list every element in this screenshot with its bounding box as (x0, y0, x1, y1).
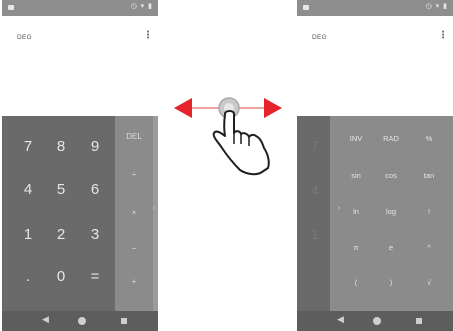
key-rad[interactable]: RAD (374, 134, 408, 143)
notification-icon (303, 5, 309, 10)
key-decimal[interactable]: . (13, 268, 43, 285)
key-tan[interactable]: tan (412, 171, 446, 180)
home-icon[interactable] (78, 317, 86, 325)
key-4[interactable]: 4 (13, 181, 43, 198)
status-bar: ◷ ▾ ▮ (2, 0, 158, 16)
calculator-display: DEG ⋮ (297, 16, 453, 116)
number-pad: 7 8 9 4 5 6 1 2 3 . 0 = (2, 116, 115, 311)
key-9[interactable]: 9 (80, 138, 110, 155)
key-7-ghost: 7 (311, 138, 319, 154)
key-multiply[interactable]: × (119, 208, 149, 217)
status-bar: ◷ ▾ ▮ (297, 0, 453, 16)
phone-right-calculator: ◷ ▾ ▮ DEG ⋮ 7 4 1 INV RAD % sin cos tan … (297, 0, 453, 331)
back-icon[interactable]: ◀ (42, 314, 49, 325)
key-equals[interactable]: = (80, 268, 110, 285)
key-6[interactable]: 6 (80, 181, 110, 198)
key-subtract[interactable]: − (119, 244, 149, 253)
key-inv[interactable]: INV (339, 134, 373, 143)
phone-left-calculator: ◷ ▾ ▮ DEG ⋮ 7 8 9 4 5 6 1 2 3 . 0 = DEL … (2, 0, 158, 331)
key-percent[interactable]: % (412, 134, 446, 143)
key-e[interactable]: e (374, 243, 408, 252)
key-log[interactable]: log (374, 207, 408, 216)
key-5[interactable]: 5 (46, 181, 76, 198)
key-1[interactable]: 1 (13, 226, 43, 243)
overflow-menu-icon[interactable]: ⋮ (438, 31, 448, 41)
status-icons: ◷ ▾ ▮ (425, 3, 448, 10)
navigation-bar: ◀ (297, 311, 453, 331)
key-factorial[interactable]: ! (412, 207, 446, 216)
key-7[interactable]: 7 (13, 138, 43, 155)
key-0[interactable]: 0 (46, 268, 76, 285)
arrow-right-icon (264, 98, 282, 118)
home-icon[interactable] (373, 317, 381, 325)
chevron-right-icon[interactable]: › (338, 205, 340, 212)
key-8[interactable]: 8 (46, 138, 76, 155)
key-divide[interactable]: ÷ (119, 170, 149, 179)
scientific-panel: INV RAD % sin cos tan ln log ! π e ^ ( )… (330, 116, 453, 311)
key-add[interactable]: + (119, 277, 149, 286)
keypad: 7 8 9 4 5 6 1 2 3 . 0 = DEL ÷ × − + ‹ (2, 116, 158, 311)
key-sin[interactable]: sin (339, 171, 373, 180)
overflow-menu-icon[interactable]: ⋮ (143, 31, 153, 41)
notification-icon (8, 5, 14, 10)
key-1-ghost: 1 (311, 226, 319, 242)
key-open-paren[interactable]: ( (339, 278, 373, 287)
scientific-panel-handle[interactable]: ‹ (153, 116, 158, 311)
chevron-left-icon: ‹ (153, 205, 156, 212)
key-close-paren[interactable]: ) (374, 278, 408, 287)
back-icon[interactable]: ◀ (337, 314, 344, 325)
operator-pad: DEL ÷ × − + (115, 116, 153, 311)
calculator-display: DEG ⋮ (2, 16, 158, 116)
key-cos[interactable]: cos (374, 171, 408, 180)
angle-mode-label: DEG (17, 34, 32, 41)
status-icons: ◷ ▾ ▮ (130, 3, 153, 10)
arrow-left-icon (174, 98, 192, 118)
key-4-ghost: 4 (311, 182, 319, 198)
key-ln[interactable]: ln (339, 207, 373, 216)
key-power[interactable]: ^ (412, 243, 446, 252)
key-2[interactable]: 2 (46, 226, 76, 243)
key-pi[interactable]: π (339, 243, 373, 252)
key-delete[interactable]: DEL (119, 132, 149, 141)
key-3[interactable]: 3 (80, 226, 110, 243)
recent-apps-icon[interactable] (121, 318, 127, 324)
navigation-bar: ◀ (2, 311, 158, 331)
angle-mode-label: DEG (312, 34, 327, 41)
hand-swipe-icon (174, 97, 282, 176)
recent-apps-icon[interactable] (416, 318, 422, 324)
key-sqrt[interactable]: √ (412, 278, 446, 287)
